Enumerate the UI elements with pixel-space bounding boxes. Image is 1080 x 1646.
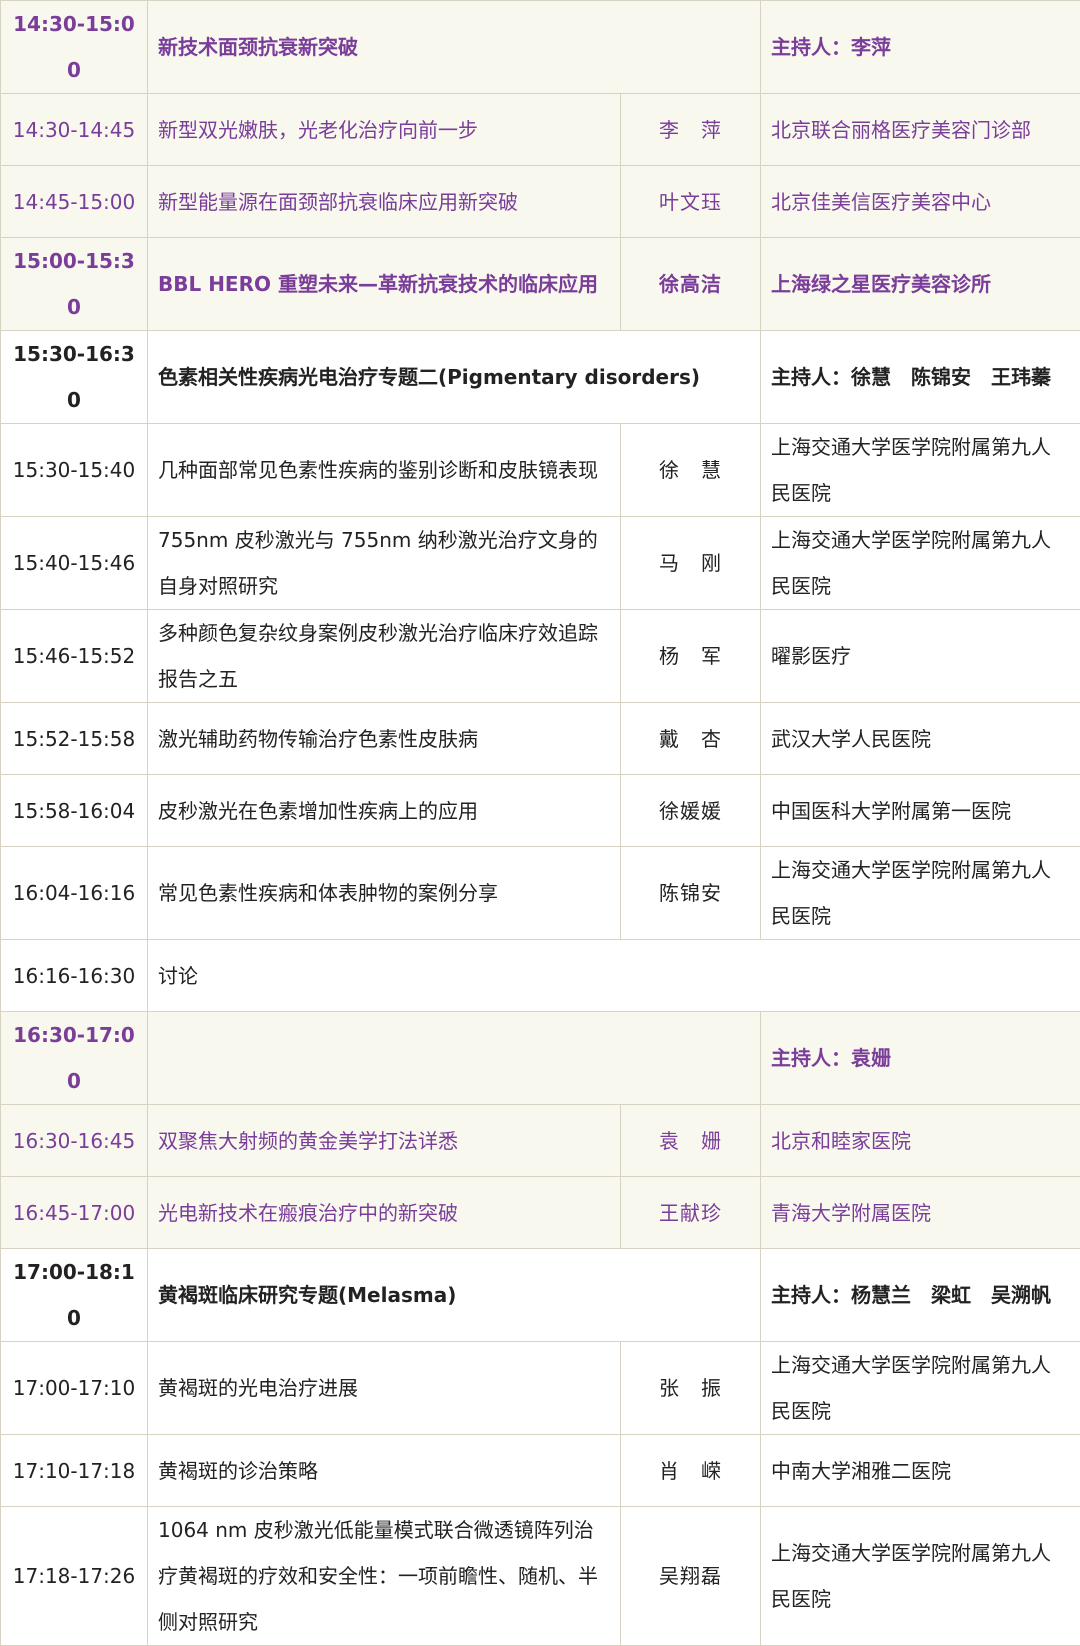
talk-row: 14:30-14:45 新型双光嫩肤，光老化治疗向前一步 李 萍 北京联合丽格医… (1, 94, 1080, 166)
speaker-cell: 王献珍 (621, 1177, 761, 1249)
host-cell: 主持人：袁姗 (761, 1012, 1080, 1105)
talk-title-cell: 755nm 皮秒激光与 755nm 纳秒激光治疗文身的自身对照研究 (148, 517, 621, 610)
talk-row: 14:45-15:00 新型能量源在面颈部抗衰临床应用新突破 叶文珏 北京佳美信… (1, 166, 1080, 238)
time-cell: 16:16-16:30 (1, 940, 148, 1012)
schedule-table: 14:30-15:00 新技术面颈抗衰新突破 主持人：李萍 14:30-14:4… (0, 0, 1080, 1646)
talk-row: 15:00-15:30 BBL HERO 重塑未来—革新抗衰技术的临床应用 徐高… (1, 238, 1080, 331)
session-title-cell: 黄褐斑临床研究专题(Melasma) (148, 1249, 761, 1342)
time-cell: 15:46-15:52 (1, 610, 148, 703)
institution-cell: 上海交通大学医学院附属第九人民医院 (761, 1507, 1080, 1646)
session-title-cell: 新技术面颈抗衰新突破 (148, 1, 761, 94)
talk-title-cell: 新型能量源在面颈部抗衰临床应用新突破 (148, 166, 621, 238)
institution-cell: 北京联合丽格医疗美容门诊部 (761, 94, 1080, 166)
time-cell: 16:45-17:00 (1, 1177, 148, 1249)
speaker-cell: 肖 嵘 (621, 1435, 761, 1507)
institution-cell: 上海交通大学医学院附属第九人民医院 (761, 517, 1080, 610)
institution-cell: 上海绿之星医疗美容诊所 (761, 238, 1080, 331)
time-cell: 17:18-17:26 (1, 1507, 148, 1646)
time-cell: 15:00-15:30 (1, 238, 148, 331)
talk-title-cell: 光电新技术在瘢痕治疗中的新突破 (148, 1177, 621, 1249)
time-cell: 15:30-16:30 (1, 331, 148, 424)
talk-title-cell: 常见色素性疾病和体表肿物的案例分享 (148, 847, 621, 940)
talk-title-cell: 激光辅助药物传输治疗色素性皮肤病 (148, 703, 621, 775)
time-cell: 15:40-15:46 (1, 517, 148, 610)
talk-title-cell: 多种颜色复杂纹身案例皮秒激光治疗临床疗效追踪报告之五 (148, 610, 621, 703)
speaker-cell: 张 振 (621, 1342, 761, 1435)
talk-row: 15:30-15:40 几种面部常见色素性疾病的鉴别诊断和皮肤镜表现 徐 慧 上… (1, 424, 1080, 517)
time-cell: 16:04-16:16 (1, 847, 148, 940)
talk-row: 17:00-17:10 黄褐斑的光电治疗进展 张 振 上海交通大学医学院附属第九… (1, 1342, 1080, 1435)
session-header-row: 14:30-15:00 新技术面颈抗衰新突破 主持人：李萍 (1, 1, 1080, 94)
time-cell: 14:30-15:00 (1, 1, 148, 94)
session-title-cell (148, 1012, 761, 1105)
speaker-cell: 李 萍 (621, 94, 761, 166)
speaker-cell: 叶文珏 (621, 166, 761, 238)
talk-title-cell: BBL HERO 重塑未来—革新抗衰技术的临床应用 (148, 238, 621, 331)
speaker-cell: 马 刚 (621, 517, 761, 610)
talk-row: 15:52-15:58 激光辅助药物传输治疗色素性皮肤病 戴 杏 武汉大学人民医… (1, 703, 1080, 775)
talk-title-cell: 双聚焦大射频的黄金美学打法详悉 (148, 1105, 621, 1177)
institution-cell: 上海交通大学医学院附属第九人民医院 (761, 424, 1080, 517)
talk-row: 16:30-16:45 双聚焦大射频的黄金美学打法详悉 袁 姗 北京和睦家医院 (1, 1105, 1080, 1177)
institution-cell: 青海大学附属医院 (761, 1177, 1080, 1249)
institution-cell: 上海交通大学医学院附属第九人民医院 (761, 1342, 1080, 1435)
talk-row: 17:18-17:26 1064 nm 皮秒激光低能量模式联合微透镜阵列治疗黄褐… (1, 1507, 1080, 1646)
session-title-cell: 色素相关性疾病光电治疗专题二(Pigmentary disorders) (148, 331, 761, 424)
talk-title-cell: 1064 nm 皮秒激光低能量模式联合微透镜阵列治疗黄褐斑的疗效和安全性：一项前… (148, 1507, 621, 1646)
institution-cell: 北京和睦家医院 (761, 1105, 1080, 1177)
time-cell: 15:58-16:04 (1, 775, 148, 847)
talk-row: 15:46-15:52 多种颜色复杂纹身案例皮秒激光治疗临床疗效追踪报告之五 杨… (1, 610, 1080, 703)
speaker-cell: 徐媛媛 (621, 775, 761, 847)
host-cell: 主持人：徐慧 陈锦安 王玮蓁 (761, 331, 1080, 424)
speaker-cell: 杨 军 (621, 610, 761, 703)
talk-row: 17:10-17:18 黄褐斑的诊治策略 肖 嵘 中南大学湘雅二医院 (1, 1435, 1080, 1507)
institution-cell: 中国医科大学附属第一医院 (761, 775, 1080, 847)
institution-cell: 北京佳美信医疗美容中心 (761, 166, 1080, 238)
speaker-cell: 徐 慧 (621, 424, 761, 517)
time-cell: 16:30-17:00 (1, 1012, 148, 1105)
speaker-cell: 袁 姗 (621, 1105, 761, 1177)
speaker-cell: 戴 杏 (621, 703, 761, 775)
talk-title-cell: 几种面部常见色素性疾病的鉴别诊断和皮肤镜表现 (148, 424, 621, 517)
speaker-cell: 吴翔磊 (621, 1507, 761, 1646)
talk-row: 15:40-15:46 755nm 皮秒激光与 755nm 纳秒激光治疗文身的自… (1, 517, 1080, 610)
time-cell: 17:10-17:18 (1, 1435, 148, 1507)
host-cell: 主持人：李萍 (761, 1, 1080, 94)
host-cell: 主持人：杨慧兰 梁虹 吴溯帆 (761, 1249, 1080, 1342)
time-cell: 17:00-18:10 (1, 1249, 148, 1342)
session-header-row: 17:00-18:10 黄褐斑临床研究专题(Melasma) 主持人：杨慧兰 梁… (1, 1249, 1080, 1342)
institution-cell: 曜影医疗 (761, 610, 1080, 703)
talk-title-cell: 新型双光嫩肤，光老化治疗向前一步 (148, 94, 621, 166)
time-cell: 14:45-15:00 (1, 166, 148, 238)
institution-cell: 中南大学湘雅二医院 (761, 1435, 1080, 1507)
institution-cell: 上海交通大学医学院附属第九人民医院 (761, 847, 1080, 940)
institution-cell: 武汉大学人民医院 (761, 703, 1080, 775)
talk-row: 16:04-16:16 常见色素性疾病和体表肿物的案例分享 陈锦安 上海交通大学… (1, 847, 1080, 940)
speaker-cell: 陈锦安 (621, 847, 761, 940)
talk-title-cell: 黄褐斑的光电治疗进展 (148, 1342, 621, 1435)
time-cell: 15:30-15:40 (1, 424, 148, 517)
talk-row: 16:45-17:00 光电新技术在瘢痕治疗中的新突破 王献珍 青海大学附属医院 (1, 1177, 1080, 1249)
talk-row: 15:58-16:04 皮秒激光在色素增加性疾病上的应用 徐媛媛 中国医科大学附… (1, 775, 1080, 847)
time-cell: 15:52-15:58 (1, 703, 148, 775)
time-cell: 17:00-17:10 (1, 1342, 148, 1435)
discussion-row: 16:16-16:30 讨论 (1, 940, 1080, 1012)
session-header-row: 15:30-16:30 色素相关性疾病光电治疗专题二(Pigmentary di… (1, 331, 1080, 424)
time-cell: 14:30-14:45 (1, 94, 148, 166)
talk-title-cell: 黄褐斑的诊治策略 (148, 1435, 621, 1507)
speaker-cell: 徐高洁 (621, 238, 761, 331)
time-cell: 16:30-16:45 (1, 1105, 148, 1177)
talk-title-cell: 皮秒激光在色素增加性疾病上的应用 (148, 775, 621, 847)
discussion-cell: 讨论 (148, 940, 1080, 1012)
session-header-row: 16:30-17:00 主持人：袁姗 (1, 1012, 1080, 1105)
